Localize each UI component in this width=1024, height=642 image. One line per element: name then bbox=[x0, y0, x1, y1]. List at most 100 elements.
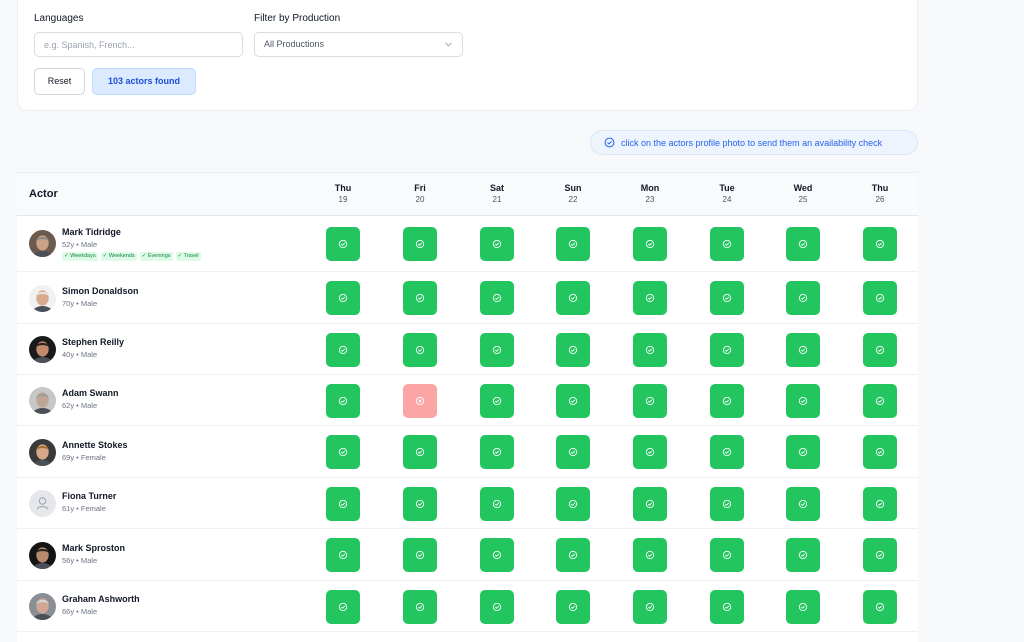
actor-avatar[interactable] bbox=[29, 230, 56, 257]
available-cell[interactable] bbox=[326, 590, 360, 624]
actor-avatar[interactable] bbox=[29, 439, 56, 466]
available-cell[interactable] bbox=[710, 333, 744, 367]
available-cell[interactable] bbox=[710, 227, 744, 261]
available-cell[interactable] bbox=[710, 435, 744, 469]
available-cell[interactable] bbox=[480, 384, 514, 418]
available-cell[interactable] bbox=[710, 538, 744, 572]
available-cell[interactable] bbox=[326, 487, 360, 521]
available-cell[interactable] bbox=[556, 384, 590, 418]
available-cell[interactable] bbox=[326, 435, 360, 469]
check-circle-icon bbox=[875, 550, 885, 560]
check-circle-icon bbox=[875, 239, 885, 249]
day-header: Sat 21 bbox=[467, 173, 527, 206]
day-name: Fri bbox=[414, 183, 426, 193]
check-circle-icon bbox=[338, 239, 348, 249]
available-cell[interactable] bbox=[480, 538, 514, 572]
available-cell[interactable] bbox=[326, 281, 360, 315]
available-cell[interactable] bbox=[480, 487, 514, 521]
available-cell[interactable] bbox=[403, 487, 437, 521]
available-cell[interactable] bbox=[403, 435, 437, 469]
available-cell[interactable] bbox=[786, 487, 820, 521]
available-cell[interactable] bbox=[480, 281, 514, 315]
unavailable-cell[interactable] bbox=[403, 384, 437, 418]
available-cell[interactable] bbox=[786, 384, 820, 418]
available-cell[interactable] bbox=[556, 435, 590, 469]
available-cell[interactable] bbox=[326, 333, 360, 367]
day-header: Tue 24 bbox=[697, 173, 757, 206]
available-cell[interactable] bbox=[556, 487, 590, 521]
actor-avatar[interactable] bbox=[29, 285, 56, 312]
available-cell[interactable] bbox=[633, 281, 667, 315]
user-icon bbox=[29, 490, 56, 517]
available-cell[interactable] bbox=[403, 333, 437, 367]
available-cell[interactable] bbox=[556, 333, 590, 367]
available-cell[interactable] bbox=[633, 590, 667, 624]
available-cell[interactable] bbox=[863, 538, 897, 572]
available-cell[interactable] bbox=[863, 227, 897, 261]
avatar-photo bbox=[29, 336, 56, 363]
available-cell[interactable] bbox=[710, 590, 744, 624]
avatar-placeholder[interactable] bbox=[29, 490, 56, 517]
available-cell[interactable] bbox=[710, 281, 744, 315]
actor-avatar[interactable] bbox=[29, 387, 56, 414]
available-cell[interactable] bbox=[480, 435, 514, 469]
available-cell[interactable] bbox=[326, 384, 360, 418]
check-circle-icon bbox=[722, 550, 732, 560]
available-cell[interactable] bbox=[403, 281, 437, 315]
reset-button[interactable]: Reset bbox=[34, 68, 85, 95]
actor-avatar[interactable] bbox=[29, 593, 56, 620]
available-cell[interactable] bbox=[863, 281, 897, 315]
available-cell[interactable] bbox=[556, 538, 590, 572]
available-cell[interactable] bbox=[556, 281, 590, 315]
available-cell[interactable] bbox=[480, 227, 514, 261]
check-circle-icon bbox=[568, 602, 578, 612]
actors-found-badge: 103 actors found bbox=[92, 68, 196, 95]
available-cell[interactable] bbox=[633, 384, 667, 418]
day-date: 19 bbox=[338, 195, 348, 204]
languages-input[interactable] bbox=[34, 32, 243, 57]
day-header: Fri 20 bbox=[390, 173, 450, 206]
x-circle-icon bbox=[415, 396, 425, 406]
check-circle-icon bbox=[492, 345, 502, 355]
available-cell[interactable] bbox=[326, 227, 360, 261]
production-select[interactable]: All Productions bbox=[254, 32, 463, 57]
actor-meta: 52y • Male bbox=[62, 240, 98, 249]
available-cell[interactable] bbox=[403, 538, 437, 572]
available-cell[interactable] bbox=[710, 487, 744, 521]
available-cell[interactable] bbox=[786, 538, 820, 572]
available-cell[interactable] bbox=[863, 487, 897, 521]
available-cell[interactable] bbox=[786, 227, 820, 261]
check-circle-icon bbox=[338, 293, 348, 303]
actor-name: Graham Ashworth bbox=[62, 594, 140, 604]
actor-avatar[interactable] bbox=[29, 336, 56, 363]
available-cell[interactable] bbox=[786, 281, 820, 315]
available-cell[interactable] bbox=[403, 227, 437, 261]
actor-name: Adam Swann bbox=[62, 388, 119, 398]
available-cell[interactable] bbox=[633, 333, 667, 367]
available-cell[interactable] bbox=[480, 590, 514, 624]
available-cell[interactable] bbox=[633, 227, 667, 261]
check-circle-icon bbox=[798, 602, 808, 612]
available-cell[interactable] bbox=[556, 227, 590, 261]
available-cell[interactable] bbox=[786, 590, 820, 624]
available-cell[interactable] bbox=[633, 435, 667, 469]
available-cell[interactable] bbox=[633, 538, 667, 572]
available-cell[interactable] bbox=[403, 590, 437, 624]
available-cell[interactable] bbox=[633, 487, 667, 521]
filter-panel: Languages Filter by Production All Produ… bbox=[17, 0, 918, 111]
avatar-photo bbox=[29, 542, 56, 569]
available-cell[interactable] bbox=[556, 590, 590, 624]
production-filter-label: Filter by Production bbox=[254, 13, 341, 24]
available-cell[interactable] bbox=[710, 384, 744, 418]
available-cell[interactable] bbox=[326, 538, 360, 572]
available-cell[interactable] bbox=[786, 435, 820, 469]
actor-name: Annette Stokes bbox=[62, 440, 128, 450]
available-cell[interactable] bbox=[480, 333, 514, 367]
available-cell[interactable] bbox=[786, 333, 820, 367]
actor-avatar[interactable] bbox=[29, 542, 56, 569]
available-cell[interactable] bbox=[863, 590, 897, 624]
available-cell[interactable] bbox=[863, 384, 897, 418]
day-name: Sat bbox=[489, 183, 504, 193]
available-cell[interactable] bbox=[863, 435, 897, 469]
available-cell[interactable] bbox=[863, 333, 897, 367]
